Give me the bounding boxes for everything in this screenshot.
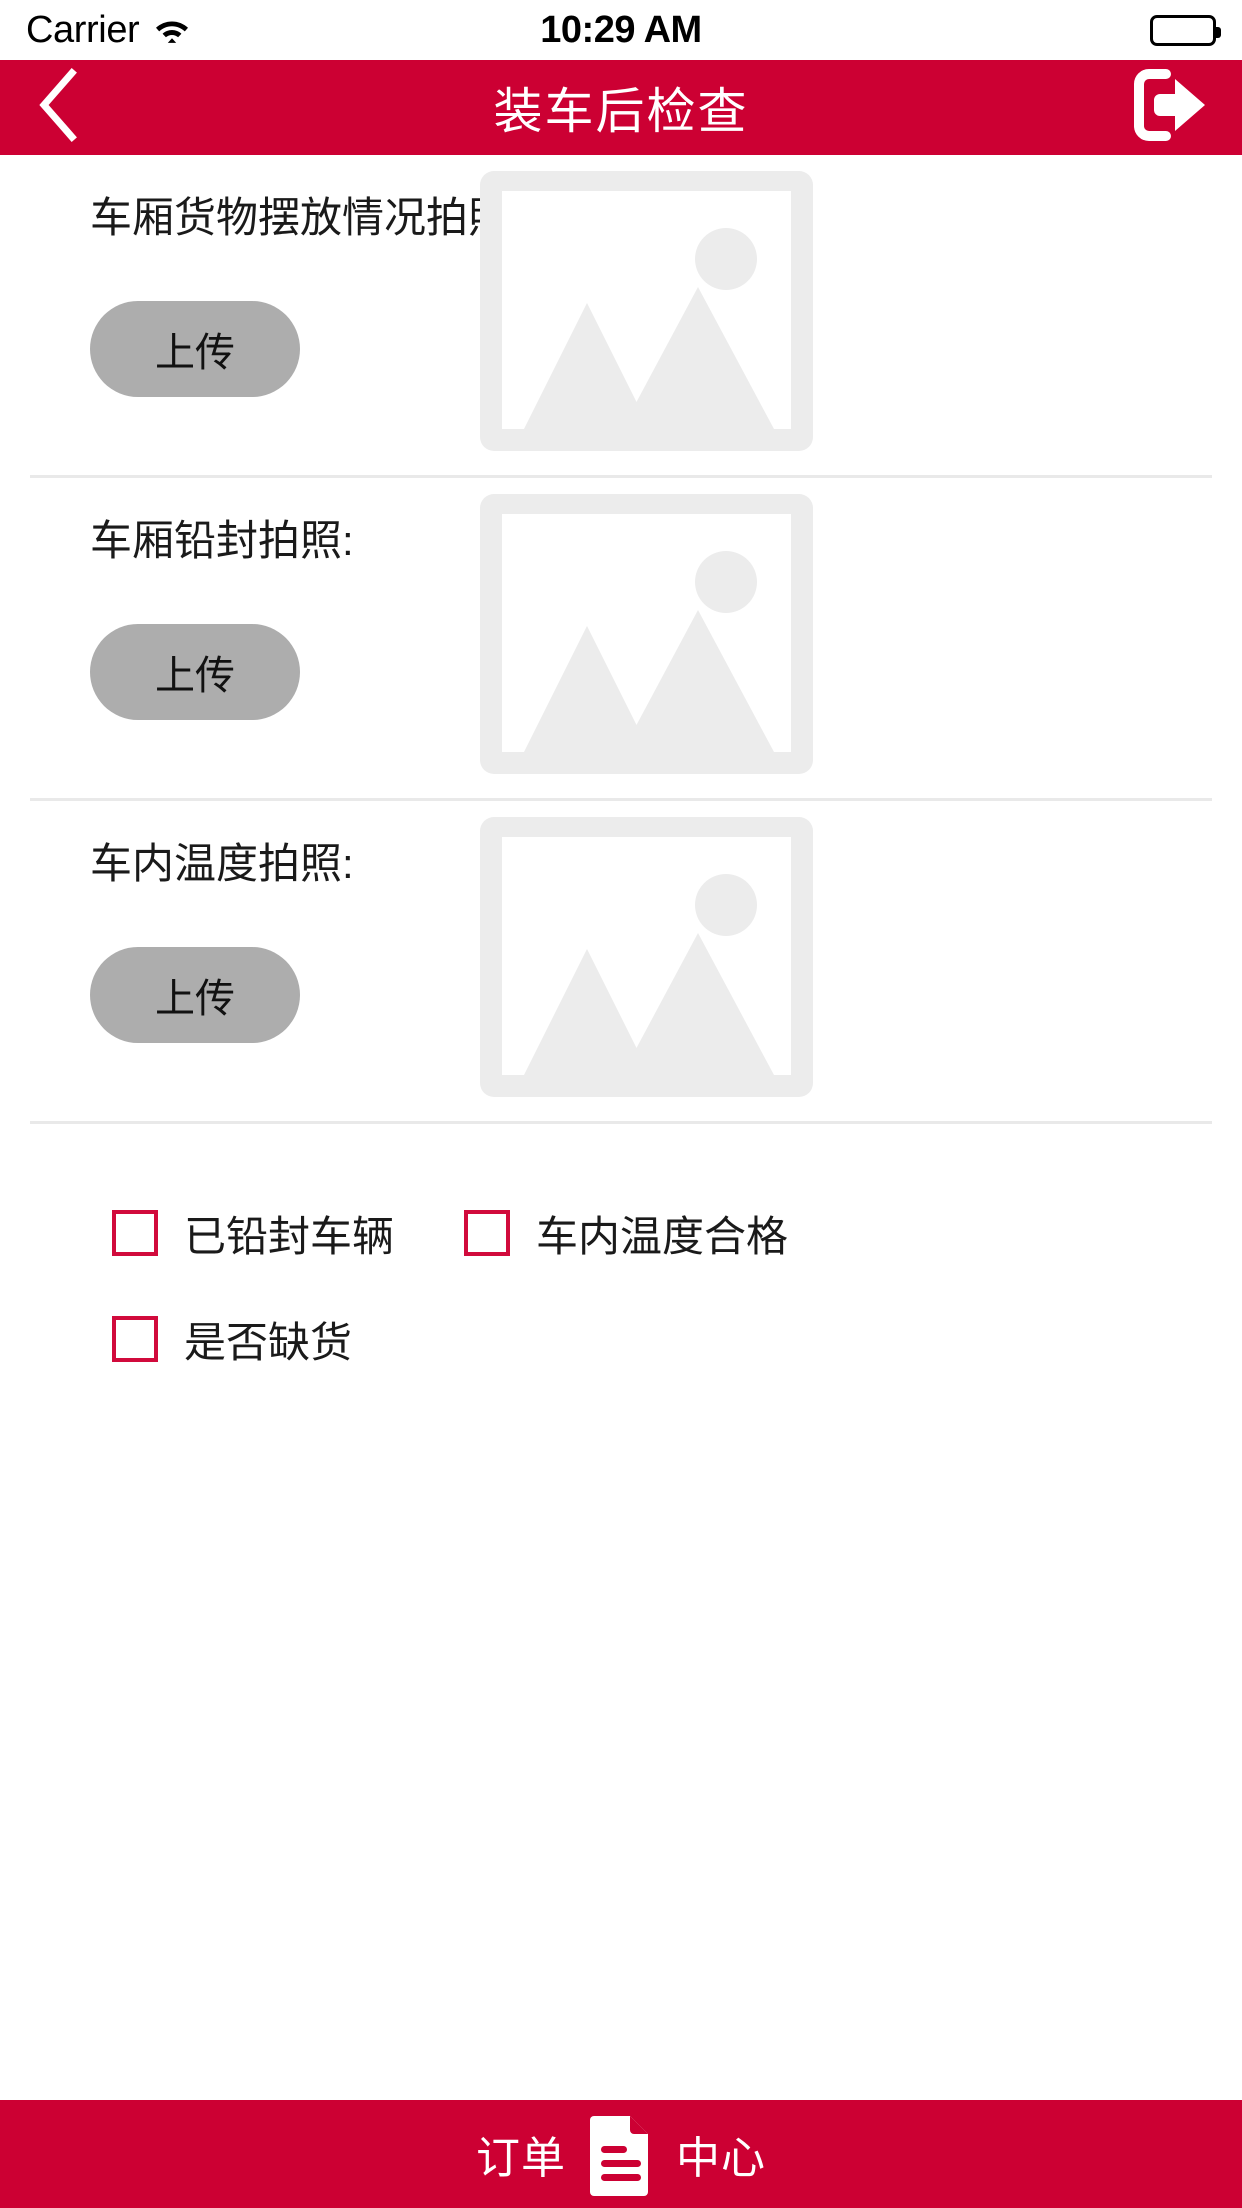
- status-bar: Carrier 10:29 AM: [0, 0, 1242, 60]
- photo-section-temperature: 车内温度拍照: 上传: [0, 801, 1242, 1121]
- section-right: [480, 494, 813, 774]
- bottom-tab-bar[interactable]: 订单 中心: [0, 2100, 1242, 2208]
- section-left: 车厢铅封拍照: 上传: [30, 478, 470, 798]
- image-placeholder-inner: [502, 191, 791, 429]
- logout-button[interactable]: [1132, 70, 1208, 146]
- image-placeholder[interactable]: [480, 171, 813, 451]
- main-content: 车厢货物摆放情况拍照: 上传 车厢铅封拍照:: [0, 155, 1242, 1422]
- checkbox-label: 已铅封车辆: [184, 1203, 394, 1264]
- image-placeholder[interactable]: [480, 494, 813, 774]
- status-bar-left: Carrier: [26, 9, 191, 52]
- section-right: [480, 171, 813, 451]
- checkbox-item-sealed[interactable]: 已铅封车辆: [30, 1203, 410, 1264]
- app-header: 装车后检查: [0, 60, 1242, 155]
- mountain-icon: [502, 837, 791, 1075]
- section-left: 车厢货物摆放情况拍照: 上传: [30, 155, 470, 475]
- checkbox-label: 车内温度合格: [536, 1203, 788, 1264]
- upload-button[interactable]: 上传: [90, 624, 300, 720]
- checkbox-item-temperature-ok[interactable]: 车内温度合格: [410, 1203, 788, 1264]
- carrier-label: Carrier: [26, 9, 139, 52]
- image-placeholder[interactable]: [480, 817, 813, 1097]
- document-icon: [588, 2112, 654, 2196]
- image-placeholder-inner: [502, 514, 791, 752]
- checkbox-icon[interactable]: [112, 1210, 158, 1256]
- chevron-left-icon: [34, 67, 80, 148]
- checkbox-row: 是否缺货: [30, 1286, 1212, 1392]
- photo-section-seal: 车厢铅封拍照: 上传: [0, 478, 1242, 798]
- upload-button[interactable]: 上传: [90, 947, 300, 1043]
- section-left: 车内温度拍照: 上传: [30, 801, 470, 1121]
- checkbox-row: 已铅封车辆 车内温度合格: [30, 1180, 1212, 1286]
- checkbox-label: 是否缺货: [184, 1309, 352, 1370]
- checkbox-item-out-of-stock[interactable]: 是否缺货: [30, 1309, 410, 1370]
- mountain-icon: [502, 191, 791, 429]
- page-title: 装车后检查: [0, 72, 1242, 143]
- battery-icon: [1150, 15, 1216, 46]
- bottom-bar-right-label: 中心: [676, 2122, 766, 2186]
- mountain-icon: [502, 514, 791, 752]
- clock-label: 10:29 AM: [540, 9, 701, 52]
- image-placeholder-inner: [502, 837, 791, 1075]
- section-label: 车内温度拍照:: [90, 839, 470, 889]
- bottom-bar-left-label: 订单: [476, 2122, 566, 2186]
- checkbox-icon[interactable]: [464, 1210, 510, 1256]
- back-button[interactable]: [34, 68, 108, 148]
- checkbox-icon[interactable]: [112, 1316, 158, 1362]
- photo-section-cargo-placement: 车厢货物摆放情况拍照: 上传: [0, 155, 1242, 475]
- section-label: 车厢铅封拍照:: [90, 516, 470, 566]
- status-bar-right: [1150, 15, 1216, 46]
- upload-button[interactable]: 上传: [90, 301, 300, 397]
- wifi-icon: [153, 15, 191, 45]
- section-right: [480, 817, 813, 1097]
- checkbox-group: 已铅封车辆 车内温度合格 是否缺货: [0, 1124, 1242, 1422]
- section-label: 车厢货物摆放情况拍照:: [90, 193, 470, 243]
- logout-icon: [1132, 69, 1208, 146]
